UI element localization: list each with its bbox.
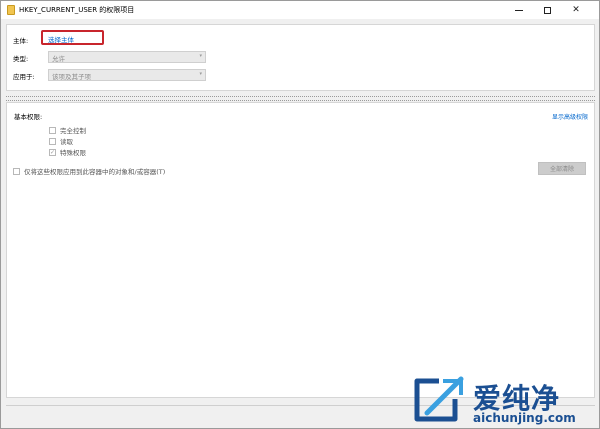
chevron-down-icon: ▾ bbox=[199, 53, 202, 59]
permission-label: 特殊权限 bbox=[60, 149, 86, 157]
permission-full-control[interactable]: 完全控制 bbox=[49, 125, 86, 135]
checkbox[interactable] bbox=[49, 126, 56, 134]
chevron-down-icon: ▾ bbox=[199, 71, 202, 77]
watermark-logo-icon bbox=[414, 376, 464, 422]
show-advanced-permissions-link[interactable]: 显示高级权限 bbox=[552, 112, 588, 121]
permission-label: 读取 bbox=[60, 138, 73, 146]
title-bar: HKEY_CURRENT_USER 的权限项目 ✕ bbox=[1, 1, 599, 19]
applies-to-label: 应用于: bbox=[13, 73, 35, 81]
minimize-button[interactable] bbox=[506, 1, 532, 19]
principal-highlight-box: 选择主体 bbox=[41, 30, 104, 45]
type-select[interactable]: 允许 ▾ bbox=[48, 51, 206, 63]
principal-panel: 主体: 选择主体 类型: 允许 ▾ 应用于: 该项及其子项 ▾ bbox=[6, 24, 595, 91]
permission-special[interactable]: ✓ 特殊权限 bbox=[49, 147, 86, 157]
divider bbox=[6, 96, 595, 97]
permissions-panel: 基本权限: 显示高级权限 完全控制 读取 ✓ 特殊权限 仅将这些权限应用到此容器… bbox=[6, 102, 595, 398]
clear-all-button[interactable]: 全部清除 bbox=[538, 162, 586, 175]
watermark: 爱纯净 aichunjing.com bbox=[409, 375, 595, 427]
maximize-button[interactable] bbox=[534, 1, 560, 19]
apply-only-label: 仅将这些权限应用到此容器中的对象和/或容器(T) bbox=[24, 168, 166, 176]
window-title: HKEY_CURRENT_USER 的权限项目 bbox=[19, 6, 135, 14]
type-select-value: 允许 bbox=[52, 55, 65, 63]
principal-label: 主体: bbox=[13, 37, 29, 45]
permission-label: 完全控制 bbox=[60, 127, 86, 135]
close-icon: ✕ bbox=[572, 5, 580, 15]
basic-permissions-title: 基本权限: bbox=[14, 113, 43, 121]
maximize-icon bbox=[543, 6, 551, 14]
type-label: 类型: bbox=[13, 55, 29, 63]
checkbox[interactable] bbox=[13, 167, 20, 175]
applies-to-select[interactable]: 该项及其子项 ▾ bbox=[48, 69, 206, 81]
folder-icon bbox=[7, 5, 15, 15]
watermark-url-text: aichunjing.com bbox=[473, 411, 576, 425]
permission-read[interactable]: 读取 bbox=[49, 136, 73, 146]
close-button[interactable]: ✕ bbox=[563, 1, 589, 19]
divider bbox=[6, 100, 595, 101]
apply-only-to-container-option[interactable]: 仅将这些权限应用到此容器中的对象和/或容器(T) bbox=[13, 166, 165, 176]
minimize-icon bbox=[515, 9, 523, 11]
select-principal-link[interactable]: 选择主体 bbox=[48, 34, 74, 44]
checkbox[interactable]: ✓ bbox=[49, 148, 56, 156]
permission-entry-window: HKEY_CURRENT_USER 的权限项目 ✕ 主体: 选择主体 类型: 允… bbox=[0, 0, 600, 429]
checkbox[interactable] bbox=[49, 137, 56, 145]
applies-to-select-value: 该项及其子项 bbox=[52, 73, 91, 81]
